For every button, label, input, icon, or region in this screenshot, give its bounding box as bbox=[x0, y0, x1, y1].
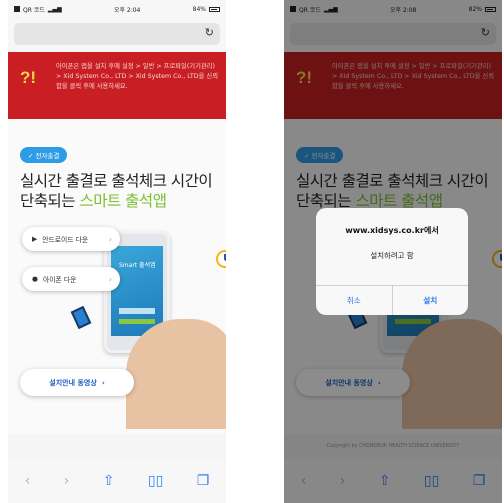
ios-download-button[interactable]: ● 아이폰 다운 › bbox=[22, 267, 120, 291]
dialog-actions: 취소 설치 bbox=[316, 285, 468, 315]
page-headline: 실시간 출결로 출석체크 시간이 단축되는 스마트 출석앱 bbox=[296, 171, 490, 211]
signal-icon: ▂▄▆ bbox=[323, 5, 338, 13]
battery-icon bbox=[484, 6, 496, 12]
back-icon[interactable]: ‹ bbox=[25, 473, 31, 489]
app-label: Smart 출석앱 bbox=[119, 262, 156, 269]
share-icon[interactable]: ⇧ bbox=[103, 473, 115, 489]
chevron-right-icon: › bbox=[377, 378, 381, 387]
install-guide-video-button[interactable]: 설치안내 동영상 › bbox=[296, 369, 410, 396]
android-download-label: 안드로이드 다운 bbox=[42, 236, 89, 244]
safari-toolbar: ‹ › ⇧ ▯▯ ❐ bbox=[8, 459, 226, 503]
status-bar: QR 코드 ▂▄▆ 오후 2:04 84% bbox=[8, 0, 226, 18]
category-badge: ✓ 전자출결 bbox=[296, 147, 344, 163]
app-icon bbox=[14, 6, 20, 12]
play-store-icon: ▶ bbox=[32, 235, 38, 243]
android-download-button[interactable]: ▶ 안드로이드 다운 › bbox=[22, 227, 120, 251]
guide-button-label: 설치안내 동영상 bbox=[49, 378, 97, 387]
hand-illustration bbox=[402, 319, 502, 429]
notice-banner: ?! 아이폰은 앱을 설치 후에 설정 > 일반 > 프로파일(기기관리) > … bbox=[284, 52, 502, 119]
url-field[interactable]: ↻ bbox=[14, 23, 220, 45]
page-headline: 실시간 출결로 출석체크 시간이 단축되는 스마트 출석앱 bbox=[20, 171, 214, 211]
warning-icon: ?! bbox=[20, 68, 37, 87]
headline-line-1: 실시간 출결로 출석체크 시간이 bbox=[296, 172, 489, 190]
notice-text: 아이폰은 앱을 설치 후에 설정 > 일반 > 프로파일(기기관리) > Xid… bbox=[332, 63, 494, 90]
apple-icon: ● bbox=[32, 275, 38, 283]
url-field[interactable]: ↻ bbox=[290, 23, 496, 45]
notice-banner: ?! 아이폰은 앱을 설치 후에 설정 > 일반 > 프로파일(기기관리) > … bbox=[8, 52, 226, 119]
safari-toolbar: ‹ › ⇧ ▯▯ ❐ bbox=[284, 459, 502, 503]
tabs-icon[interactable]: ❐ bbox=[197, 473, 210, 489]
signal-icon: ▂▄▆ bbox=[47, 5, 62, 13]
warning-icon: ?! bbox=[296, 68, 313, 87]
carrier-label: QR 코드 bbox=[23, 6, 45, 14]
reload-icon[interactable]: ↻ bbox=[481, 26, 490, 39]
chevron-right-icon: › bbox=[108, 274, 112, 284]
headline-line-1: 실시간 출결로 출석체크 시간이 bbox=[20, 172, 213, 190]
dialog-title: www.xidsys.co.kr에서 bbox=[345, 226, 439, 235]
small-phone-illustration bbox=[70, 305, 92, 330]
clock-icon bbox=[216, 250, 226, 268]
dialog-message: 설치하려고 함 bbox=[370, 251, 414, 260]
battery-percent: 84% bbox=[192, 5, 206, 13]
ios-download-label: 아이폰 다운 bbox=[42, 276, 77, 284]
share-icon[interactable]: ⇧ bbox=[379, 473, 391, 489]
clock-time: 오후 2:08 bbox=[389, 6, 417, 14]
tabs-icon[interactable]: ❐ bbox=[473, 473, 486, 489]
clock-time: 오후 2:04 bbox=[113, 6, 141, 14]
bookmarks-icon[interactable]: ▯▯ bbox=[148, 473, 163, 489]
clock-icon bbox=[492, 250, 502, 268]
bookmarks-icon[interactable]: ▯▯ bbox=[424, 473, 439, 489]
forward-icon[interactable]: › bbox=[64, 473, 70, 489]
phone-screen-left: QR 코드 ▂▄▆ 오후 2:04 84% ↻ ?! 아이폰은 앱을 설치 후에 … bbox=[8, 0, 226, 503]
install-guide-video-button[interactable]: 설치안내 동영상 › bbox=[20, 369, 134, 396]
reload-icon[interactable]: ↻ bbox=[205, 26, 214, 39]
address-bar[interactable]: ↻ bbox=[8, 18, 226, 52]
hand-illustration bbox=[126, 319, 226, 429]
guide-button-label: 설치안내 동영상 bbox=[325, 378, 373, 387]
address-bar[interactable]: ↻ bbox=[284, 18, 502, 52]
install-button[interactable]: 설치 bbox=[391, 286, 469, 315]
headline-plain: 단축되는 bbox=[20, 192, 80, 210]
notice-text: 아이폰은 앱을 설치 후에 설정 > 일반 > 프로파일(기기관리) > Xid… bbox=[56, 63, 218, 90]
chevron-right-icon: › bbox=[108, 234, 112, 244]
headline-line-2: 단축되는 스마트 출석앱 bbox=[20, 191, 214, 211]
copyright-footer: Copyright by CHONGBUK HEALTH SCIENCE UNI… bbox=[284, 435, 502, 459]
status-bar: QR 코드 ▂▄▆ 오후 2:08 82% bbox=[284, 0, 502, 18]
install-confirm-dialog: www.xidsys.co.kr에서 설치하려고 함 취소 설치 bbox=[316, 208, 468, 315]
back-icon[interactable]: ‹ bbox=[301, 473, 307, 489]
carrier-label: QR 코드 bbox=[299, 6, 321, 14]
cancel-button[interactable]: 취소 bbox=[316, 286, 392, 315]
headline-highlight: 스마트 출석앱 bbox=[79, 192, 167, 210]
category-badge: ✓ 전자출결 bbox=[20, 147, 68, 163]
chevron-right-icon: › bbox=[101, 378, 105, 387]
battery-percent: 82% bbox=[468, 5, 482, 13]
phone-screen-right: QR 코드 ▂▄▆ 오후 2:08 82% ↻ ?! 아이폰은 앱을 설치 후에 … bbox=[284, 0, 502, 503]
forward-icon[interactable]: › bbox=[340, 473, 346, 489]
main-content: ✓ 전자출결 실시간 출결로 출석체크 시간이 단축되는 스마트 출석앱 Sma… bbox=[8, 119, 226, 434]
battery-icon bbox=[208, 6, 220, 12]
app-icon bbox=[290, 6, 296, 12]
